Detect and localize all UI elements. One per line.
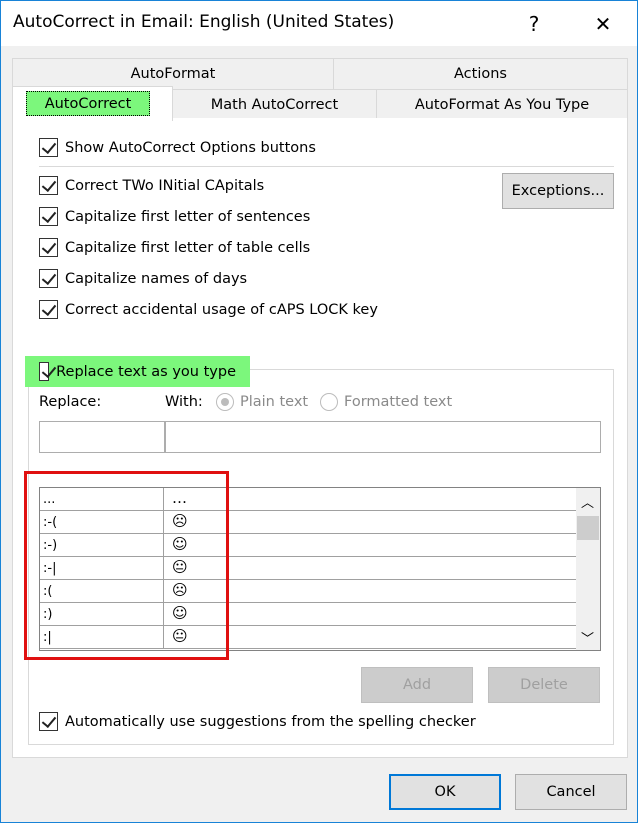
radio-selected-icon xyxy=(216,393,234,411)
label: Replace text as you type xyxy=(56,363,236,380)
with-label: With: xyxy=(165,394,203,410)
two-initial-checkbox[interactable]: Correct TWo INitial CApitals xyxy=(39,176,264,195)
list-scrollbar[interactable]: ︿ ﹀ xyxy=(576,488,600,650)
label: Show AutoCorrect Options buttons xyxy=(65,139,316,156)
replace-text-checkbox[interactable]: Replace text as you type xyxy=(25,356,250,387)
close-button[interactable]: ✕ xyxy=(585,7,621,41)
dialog-title: AutoCorrect in Email: English (United St… xyxy=(13,12,395,32)
tab-actions[interactable]: Actions xyxy=(333,58,628,90)
first-sentence-checkbox[interactable]: Capitalize first letter of sentences xyxy=(39,207,310,226)
label: Correct accidental usage of cAPS LOCK ke… xyxy=(65,301,378,318)
scroll-up-icon[interactable]: ︿ xyxy=(581,492,594,511)
checkbox-checked-icon xyxy=(39,300,58,319)
scroll-down-icon[interactable]: ﹀ xyxy=(581,628,594,647)
tab-autoformat-as-you-type[interactable]: AutoFormat As You Type xyxy=(376,89,628,121)
first-table-checkbox[interactable]: Capitalize first letter of table cells xyxy=(39,238,310,257)
formatted-text-radio[interactable]: Formatted text xyxy=(320,393,452,411)
caps-lock-checkbox[interactable]: Correct accidental usage of cAPS LOCK ke… xyxy=(39,300,378,319)
cancel-button[interactable]: Cancel xyxy=(515,774,627,810)
annotation-highlight-box xyxy=(24,471,229,660)
label: Plain text xyxy=(240,394,309,410)
checkbox-checked-icon xyxy=(39,238,58,257)
tab-autocorrect[interactable]: AutoCorrect xyxy=(12,86,173,121)
entry-with: ☹ xyxy=(172,512,188,530)
ok-button[interactable]: OK xyxy=(389,774,501,810)
entry-with: 😐 xyxy=(172,627,188,645)
title-bar: AutoCorrect in Email: English (United St… xyxy=(1,1,637,46)
label: Capitalize first letter of table cells xyxy=(65,239,311,256)
add-button[interactable]: Add xyxy=(361,667,473,703)
plain-text-radio[interactable]: Plain text xyxy=(216,393,308,411)
suggestions-checkbox[interactable]: Automatically use suggestions from the s… xyxy=(39,712,476,731)
checkbox-checked-icon xyxy=(39,269,58,288)
delete-button[interactable]: Delete xyxy=(488,667,600,703)
entry-with: ☺ xyxy=(172,604,188,622)
entry-with: … xyxy=(172,489,187,507)
checkbox-checked-icon xyxy=(39,138,58,157)
tab-math-autocorrect[interactable]: Math AutoCorrect xyxy=(172,89,377,121)
replace-label: Replace: xyxy=(39,394,102,410)
autocorrect-dialog: AutoCorrect in Email: English (United St… xyxy=(0,0,638,823)
label: Capitalize first letter of sentences xyxy=(65,208,311,225)
scroll-thumb[interactable] xyxy=(577,516,599,540)
radio-icon xyxy=(320,393,338,411)
divider xyxy=(39,166,614,167)
replace-input[interactable] xyxy=(39,421,165,453)
checkbox-checked-icon xyxy=(39,362,50,381)
tab-autocorrect-label: AutoCorrect xyxy=(26,91,150,116)
label: Formatted text xyxy=(344,394,453,410)
checkbox-checked-icon xyxy=(39,207,58,226)
help-button[interactable]: ? xyxy=(516,7,552,41)
checkbox-checked-icon xyxy=(39,176,58,195)
with-input[interactable] xyxy=(165,421,601,453)
names-days-checkbox[interactable]: Capitalize names of days xyxy=(39,269,247,288)
label: Automatically use suggestions from the s… xyxy=(65,713,476,730)
entry-with: ☺ xyxy=(172,535,188,553)
label: Capitalize names of days xyxy=(65,270,248,287)
checkbox-checked-icon xyxy=(39,712,58,731)
entry-with: ☹ xyxy=(172,581,188,599)
entry-with: 😐 xyxy=(172,558,188,576)
exceptions-button[interactable]: Exceptions... xyxy=(502,173,614,209)
show-buttons-checkbox[interactable]: Show AutoCorrect Options buttons xyxy=(39,138,316,157)
label: Correct TWo INitial CApitals xyxy=(65,177,265,194)
